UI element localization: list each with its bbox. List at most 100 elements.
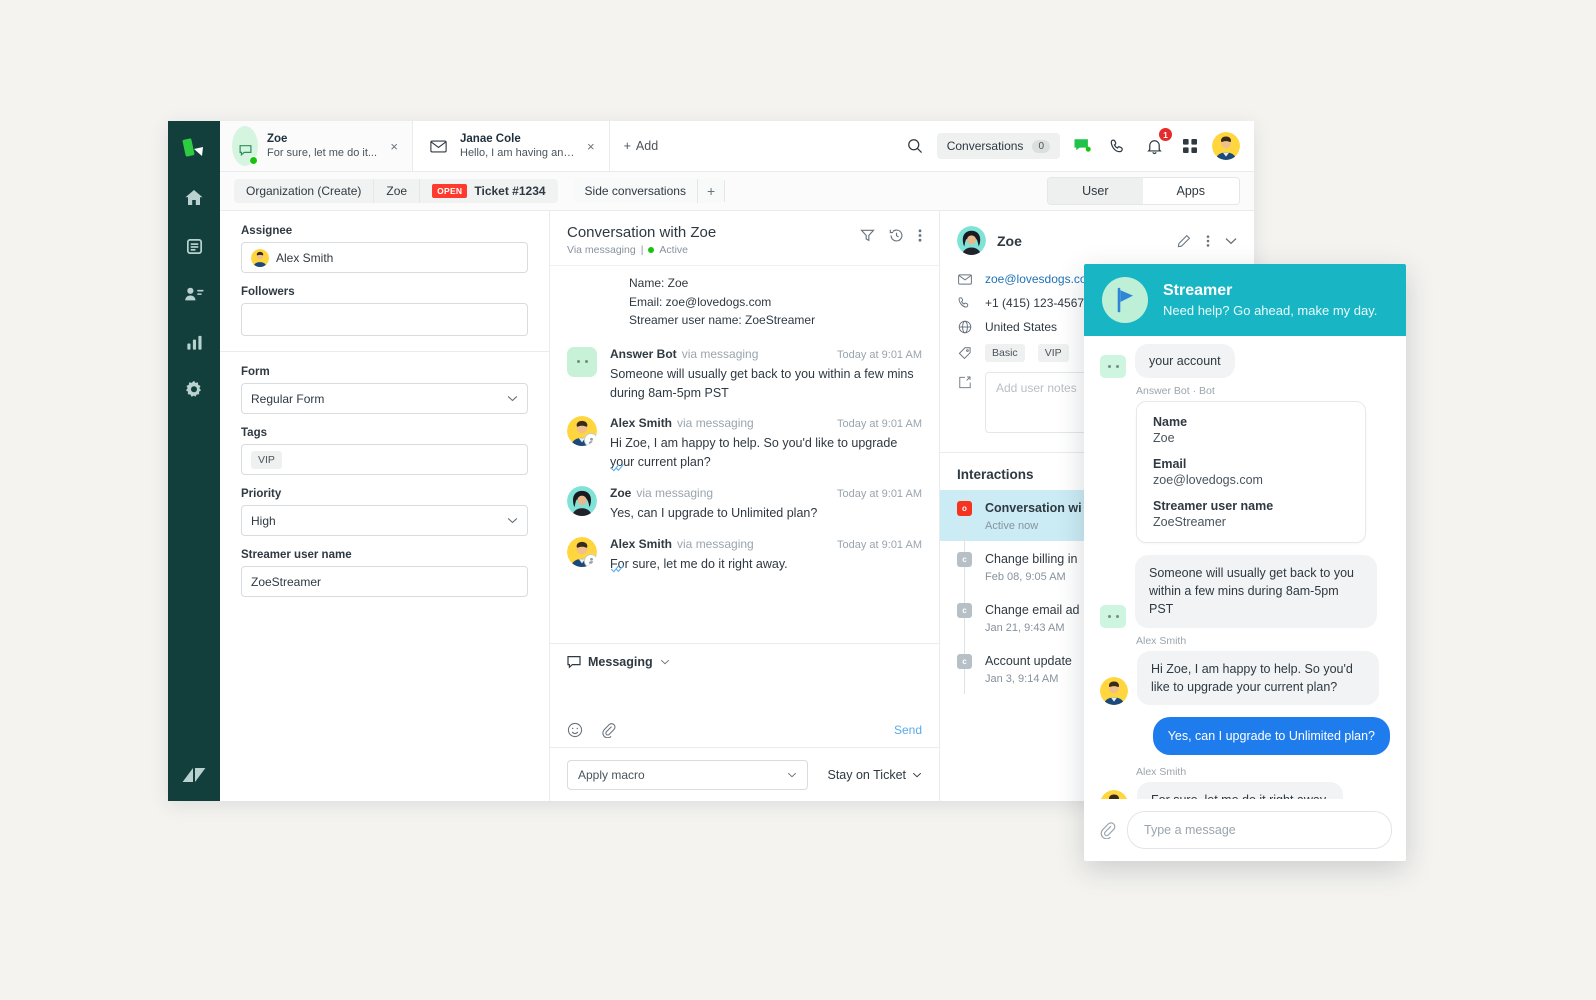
message-via: via messaging (636, 485, 714, 500)
grid-icon[interactable] (1176, 132, 1204, 160)
form-select[interactable]: Regular Form (241, 383, 528, 414)
globe-icon (957, 320, 972, 334)
breadcrumb-label: Zoe (386, 184, 408, 198)
bell-icon[interactable]: 1 (1140, 128, 1172, 160)
message-meta: Alex Smith via messaging Today at 9:01 A… (610, 416, 922, 430)
side-conversations-label[interactable]: Side conversations (574, 179, 698, 203)
card-value: ZoeStreamer (1153, 515, 1226, 530)
filter-icon[interactable] (860, 228, 875, 243)
breadcrumb-organization[interactable]: Organization (Create) (234, 179, 375, 203)
phone-icon[interactable] (1104, 132, 1132, 160)
system-info-lines: Name: Zoe Email: zoe@lovedogs.com Stream… (567, 266, 922, 336)
add-tab-label: Add (635, 139, 659, 153)
close-icon[interactable]: × (388, 140, 400, 153)
message-meta: Answer Bot via messaging Today at 9:01 A… (610, 347, 922, 361)
envelope-icon (957, 273, 972, 285)
card-value: zoe@lovedogs.com (1153, 473, 1263, 488)
submit-ticket-button[interactable]: Stay on Ticket (827, 768, 922, 782)
channel-selector[interactable]: Messaging (567, 655, 922, 669)
widget-bubble: Someone will usually get back to you wit… (1135, 555, 1377, 628)
conversation-header: Conversation with Zoe Via messaging | Ac… (550, 211, 939, 266)
tab-apps[interactable]: Apps (1142, 178, 1239, 204)
assignee-input[interactable]: Alex Smith (241, 242, 528, 273)
tab-janae-cole[interactable]: Janae Cole Hello, I am having an is... × (413, 121, 610, 171)
sidebar-item-reporting[interactable] (175, 323, 213, 361)
streamer-user-name-input[interactable]: ZoeStreamer (241, 566, 528, 597)
widget-bubble: your account (1135, 344, 1235, 379)
bot-avatar (567, 346, 597, 377)
message-meta: Alex Smith via messaging Today at 9:01 A… (610, 537, 922, 551)
tab-zoe[interactable]: Zoe For sure, let me do it... × (220, 121, 413, 171)
composer-actions: Send (567, 722, 922, 738)
apply-macro-select[interactable]: Apply macro (567, 759, 808, 790)
note-icon (957, 376, 972, 389)
sidebar-item-views[interactable] (175, 227, 213, 265)
field-label: Priority (241, 488, 282, 500)
zendesk-products-logo[interactable] (179, 133, 209, 163)
sidebar-item-customers[interactable] (175, 275, 213, 313)
close-icon[interactable]: × (585, 140, 597, 153)
tab-title: Janae Cole (460, 132, 521, 145)
sidebar-item-settings[interactable] (175, 371, 213, 409)
conversations-label: Conversations (946, 139, 1024, 153)
streamer-flag-icon (1102, 277, 1148, 323)
system-line: Email: zoe@lovedogs.com (629, 294, 772, 309)
widget-tagline: Need help? Go ahead, make my day. (1163, 302, 1378, 318)
chevron-down-icon (787, 772, 797, 778)
widget-message-agent: For sure, let me do it right away. (1100, 781, 1390, 799)
edit-icon[interactable] (1177, 234, 1191, 248)
priority-select[interactable]: High (241, 505, 528, 536)
widget-message-bot: Someone will usually get back to you wit… (1100, 555, 1390, 628)
send-button[interactable]: Send (894, 723, 922, 737)
widget-message-list[interactable]: your account Answer Bot · Bot Name Zoe E… (1084, 336, 1406, 799)
history-icon[interactable] (889, 228, 904, 243)
panel-toggle: User Apps (1047, 177, 1240, 205)
interaction-text: Change email ad Jan 21, 9:43 AM (985, 601, 1080, 634)
paperclip-icon[interactable] (1098, 821, 1116, 839)
message-list[interactable]: Name: Zoe Email: zoe@lovedogs.com Stream… (550, 266, 939, 643)
widget-message-outgoing: Yes, can I upgrade to Unlimited plan? (1100, 716, 1390, 755)
add-side-conversation-button[interactable]: + (698, 180, 726, 202)
agent-avatar (1100, 676, 1128, 705)
widget-agent-label: Alex Smith (1136, 634, 1187, 647)
field-label: Form (241, 366, 270, 378)
chat-status-icon[interactable] (1068, 132, 1096, 160)
separator: | (640, 244, 644, 256)
add-tab-button[interactable]: + Add (610, 121, 673, 171)
widget-message-input[interactable]: Type a message (1127, 811, 1392, 849)
sidebar-item-home[interactable] (175, 179, 213, 217)
field-tags: Tags VIP (241, 427, 528, 475)
field-assignee: Assignee Alex Smith (241, 225, 528, 273)
message-body: Zoe via messaging Today at 9:01 AM Yes, … (610, 486, 922, 523)
user-name: Zoe (997, 232, 1022, 249)
field-label: Tags (241, 427, 267, 439)
user-header-actions (1177, 234, 1237, 248)
widget-bubble-outgoing: Yes, can I upgrade to Unlimited plan? (1152, 716, 1390, 755)
avatar[interactable] (1212, 132, 1240, 160)
online-dot (249, 156, 258, 165)
search-icon[interactable] (901, 132, 929, 160)
tab-subtitle: For sure, let me do it... (267, 147, 378, 160)
message-author: Alex Smith (610, 416, 673, 431)
card-key: Email (1153, 457, 1187, 472)
chevron-down-icon (507, 517, 518, 524)
breadcrumb-ticket[interactable]: OPEN Ticket #1234 (420, 179, 557, 203)
tab-user[interactable]: User (1048, 178, 1143, 204)
attachment-icon[interactable] (600, 722, 616, 738)
breadcrumb-user[interactable]: Zoe (374, 179, 421, 203)
emoji-icon[interactable] (567, 722, 583, 738)
system-line: Name: Zoe (629, 276, 689, 290)
breadcrumb-bar: Organization (Create) Zoe OPEN Ticket #1… (220, 172, 1254, 211)
typing-dot-icon (1115, 614, 1119, 618)
collapse-icon[interactable] (1225, 237, 1237, 245)
more-options-icon[interactable] (1206, 234, 1210, 248)
interaction-title: Conversation wi (985, 501, 1082, 515)
message-author: Alex Smith (610, 536, 673, 551)
more-options-icon[interactable] (918, 228, 922, 243)
user-email[interactable]: zoe@lovesdogs.co (985, 272, 1087, 286)
messaging-widget: Streamer Need help? Go ahead, make my da… (1084, 264, 1406, 861)
widget-agent-label: Alex Smith (1136, 765, 1187, 778)
conversations-button[interactable]: Conversations 0 (936, 133, 1060, 159)
tags-input[interactable]: VIP (241, 444, 528, 475)
followers-input[interactable] (241, 303, 528, 336)
